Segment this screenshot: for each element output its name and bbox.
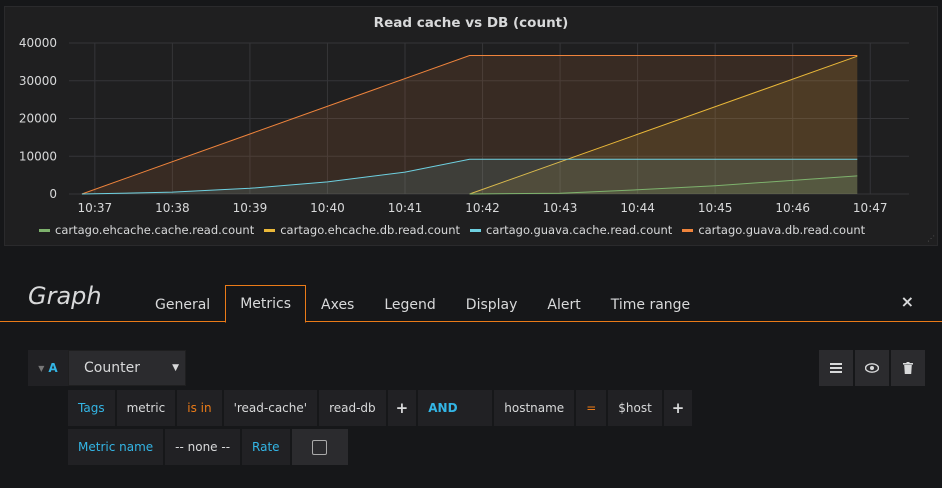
tab-time-range[interactable]: Time range: [596, 285, 705, 323]
x-tick-label: 10:38: [155, 201, 190, 215]
trash-icon: [903, 362, 913, 374]
legend-item[interactable]: cartago.ehcache.cache.read.count: [39, 223, 254, 237]
metric-row: Metric name -- none -- Rate: [68, 429, 348, 465]
x-tick-label: 10:43: [543, 201, 578, 215]
legend: cartago.ehcache.cache.read.count cartago.…: [39, 223, 875, 237]
x-tick-label: 10:45: [698, 201, 733, 215]
legend-label: cartago.ehcache.cache.read.count: [55, 223, 255, 237]
graph-panel: Read cache vs DB (count) 0 10000 20000 3000…: [4, 6, 938, 246]
eye-icon: [865, 363, 879, 373]
x-tick-label: 10:41: [388, 201, 423, 215]
x-tick-label: 10:42: [465, 201, 500, 215]
hamburger-icon: [830, 363, 842, 373]
tab-display[interactable]: Display: [451, 285, 533, 323]
add-value-button[interactable]: +: [387, 390, 417, 426]
legend-label: cartago.guava.cache.read.count: [486, 223, 673, 237]
y-tick-label: 20000: [19, 112, 57, 126]
tag-operator-segment[interactable]: is in: [177, 390, 222, 426]
legend-swatch: [39, 228, 50, 232]
rate-checkbox[interactable]: [291, 429, 348, 465]
caret-down-icon: ▼: [38, 363, 45, 373]
tag-value-segment[interactable]: read-db: [319, 390, 386, 426]
x-tick-label: 10:47: [853, 201, 888, 215]
x-tick-label: 10:46: [775, 201, 810, 215]
tab-alert[interactable]: Alert: [532, 285, 595, 323]
tags-row: Tags metric is in 'read-cache' read-db +…: [68, 390, 693, 426]
delete-query-button[interactable]: [891, 350, 925, 386]
and-condition-segment[interactable]: AND: [418, 390, 493, 426]
y-tick-label: 10000: [19, 149, 57, 163]
legend-swatch: [682, 228, 694, 232]
tab-general[interactable]: General: [140, 285, 225, 323]
checkbox-icon: [312, 439, 328, 455]
y-tick-label: 30000: [19, 74, 57, 88]
tag-key-segment[interactable]: metric: [116, 390, 176, 426]
x-tick-label: 10:37: [78, 201, 113, 215]
legend-label: cartago.guava.db.read.count: [698, 223, 866, 237]
editor-tabs: General Metrics Axes Legend Display Aler…: [140, 285, 705, 323]
menu-button[interactable]: [819, 350, 853, 386]
editor-title: Graph: [28, 282, 102, 310]
tab-legend[interactable]: Legend: [369, 285, 450, 323]
tags-label: Tags: [68, 390, 115, 426]
toggle-visibility-button[interactable]: [855, 350, 889, 386]
legend-item[interactable]: cartago.guava.cache.read.count: [470, 223, 672, 237]
chart-svg: 0 10000 20000 30000 40000 10:37 10:38 10:39 10:4…: [19, 36, 909, 215]
y-tick-label: 0: [49, 187, 57, 201]
y-tick-label: 40000: [19, 36, 57, 50]
aggregator-select[interactable]: Counter ▼: [68, 350, 186, 386]
tab-metrics[interactable]: Metrics: [225, 285, 307, 323]
legend-swatch: [470, 228, 482, 232]
close-icon[interactable]: ×: [901, 292, 914, 311]
rate-label: Rate: [242, 429, 290, 465]
legend-item[interactable]: cartago.ehcache.db.read.count: [264, 223, 460, 237]
resize-handle-icon[interactable]: ⋰: [927, 235, 935, 243]
legend-label: cartago.ehcache.db.read.count: [280, 223, 461, 237]
tag-operator2-segment[interactable]: =: [576, 390, 607, 426]
metric-name-segment[interactable]: -- none --: [165, 429, 241, 465]
add-condition-button[interactable]: +: [663, 390, 693, 426]
metric-name-label: Metric name: [68, 429, 164, 465]
query-row-header: ▼ A Counter ▼: [28, 350, 186, 386]
select-arrow-icon: ▼: [172, 363, 179, 373]
tag-key2-segment[interactable]: hostname: [494, 390, 575, 426]
ref-id-label: A: [48, 361, 58, 375]
editor-header: Graph General Metrics Axes Legend Displa…: [0, 276, 942, 323]
x-tick-label: 10:39: [233, 201, 268, 215]
query-actions: [819, 350, 925, 386]
x-tick-label: 10:44: [620, 201, 655, 215]
x-tick-label: 10:40: [310, 201, 345, 215]
tab-axes[interactable]: Axes: [306, 285, 369, 323]
tag-value2-segment[interactable]: $host: [608, 390, 662, 426]
aggregator-value: Counter: [84, 360, 140, 376]
legend-swatch: [264, 228, 276, 232]
legend-item[interactable]: cartago.guava.db.read.count: [682, 223, 865, 237]
query-ref-id[interactable]: ▼ A: [28, 350, 68, 386]
tag-value-segment[interactable]: 'read-cache': [223, 390, 318, 426]
